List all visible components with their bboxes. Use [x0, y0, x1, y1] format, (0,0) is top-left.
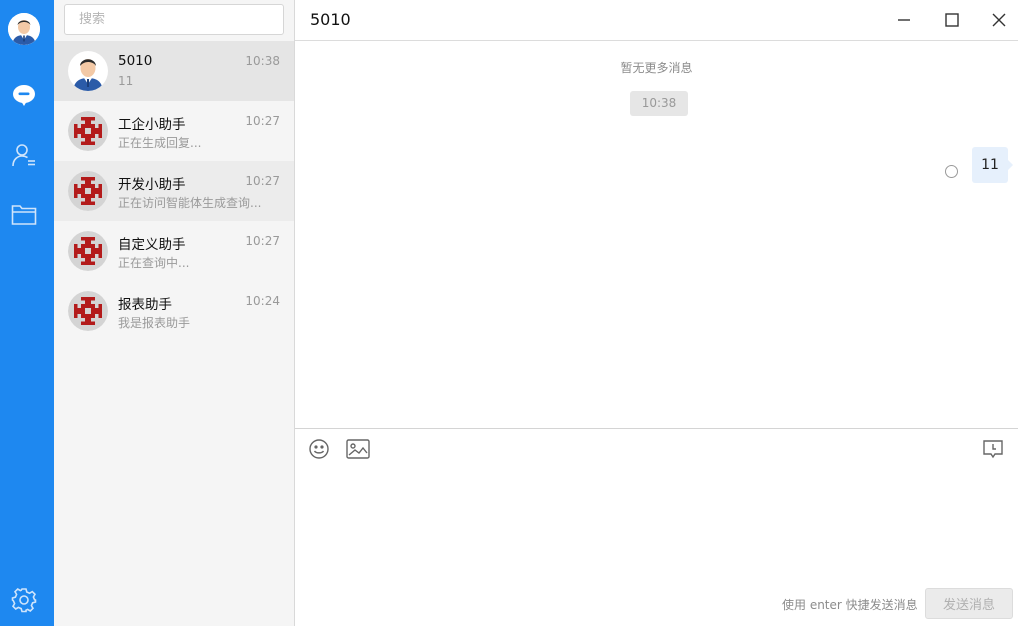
chat-icon[interactable] [11, 82, 37, 108]
conversation-name: 自定义助手 [118, 237, 186, 253]
conversation-name: 工企小助手 [118, 117, 186, 133]
conversation-time: 10:27 [245, 174, 280, 188]
conversation-preview: 11 [118, 74, 134, 88]
settings-icon[interactable] [11, 587, 37, 613]
bot-avatar [68, 231, 108, 271]
message-area: 暂无更多消息 10:38 11 [295, 41, 1018, 428]
no-more-messages: 暂无更多消息 [620, 61, 693, 75]
conversation-preview: 正在查询中... [118, 256, 190, 270]
chat-panel: 5010 暂无更多消息 10:38 11 使用 enter 快捷发送消息 发送消… [295, 0, 1018, 626]
conversation-item[interactable]: 自定义助手 10:27 正在查询中... [54, 221, 294, 281]
chat-title: 5010 [310, 10, 351, 29]
conversation-item[interactable]: 开发小助手 10:27 正在访问智能体生成查询... [54, 161, 294, 221]
message-input[interactable] [305, 469, 1005, 579]
minimize-icon[interactable] [892, 8, 916, 32]
feedback-icon[interactable] [980, 437, 1006, 461]
conversation-time: 10:24 [245, 294, 280, 308]
contacts-icon[interactable] [11, 142, 37, 168]
close-icon[interactable] [987, 8, 1011, 32]
send-button[interactable]: 发送消息 [925, 588, 1013, 619]
bot-avatar [68, 111, 108, 151]
bot-avatar [68, 291, 108, 331]
conversation-preview: 我是报表助手 [118, 316, 191, 330]
conversation-time: 10:38 [245, 54, 280, 68]
chat-header: 5010 [295, 0, 1018, 41]
search-input[interactable] [64, 4, 284, 35]
conversation-preview: 正在生成回复... [118, 136, 202, 150]
folder-icon[interactable] [11, 201, 37, 227]
message-status-icon [945, 165, 958, 178]
my-avatar[interactable] [8, 13, 40, 45]
message-bubble[interactable]: 11 [972, 147, 1013, 183]
composer: 使用 enter 快捷发送消息 发送消息 [295, 428, 1018, 626]
user-avatar [68, 51, 108, 91]
conversation-name: 开发小助手 [118, 177, 186, 193]
emoji-icon[interactable] [306, 437, 332, 461]
conversation-name: 报表助手 [118, 297, 172, 313]
conversation-item[interactable]: 5010 10:38 11 [54, 41, 294, 101]
conversation-list: 5010 10:38 11 工企小助手 10:27 正在生成回复... [54, 0, 295, 626]
bot-avatar [68, 171, 108, 211]
image-icon[interactable] [345, 437, 371, 461]
conversation-time: 10:27 [245, 234, 280, 248]
conversation-item[interactable]: 报表助手 10:24 我是报表助手 [54, 281, 294, 341]
conversation-time: 10:27 [245, 114, 280, 128]
send-hint: 使用 enter 快捷发送消息 [782, 598, 918, 612]
message-timestamp: 10:38 [630, 91, 688, 116]
left-rail [0, 0, 54, 626]
conversation-name: 5010 [118, 53, 153, 69]
conversation-preview: 正在访问智能体生成查询... [118, 196, 262, 210]
maximize-icon[interactable] [940, 8, 964, 32]
conversation-item[interactable]: 工企小助手 10:27 正在生成回复... [54, 101, 294, 161]
